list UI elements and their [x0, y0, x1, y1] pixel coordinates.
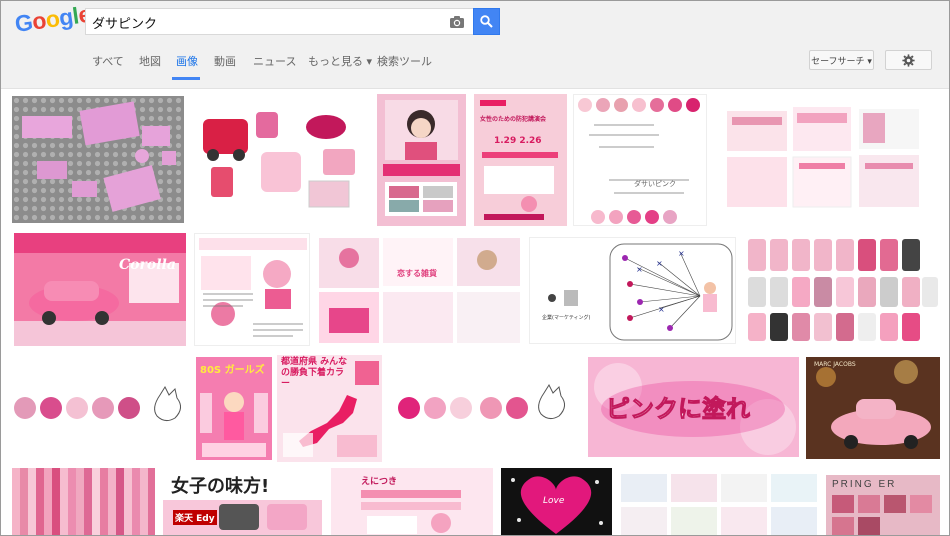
zakka-collage-image [319, 238, 520, 343]
pink-products-image [203, 112, 355, 208]
image-result-blog-page[interactable]: えにつき [331, 468, 493, 535]
tab-videos[interactable]: 動画 [214, 53, 236, 69]
japan-map-image [283, 361, 379, 457]
store-sign: MARC JACOBS [814, 361, 856, 368]
image-result-prefecture-map[interactable]: 都道府県 みんなの勝負下着カラー [277, 355, 382, 462]
image-result-hearts[interactable]: Love [501, 468, 612, 535]
search-header: Google すべて 地図 画像 動画 ニュース もっと見る ▾ 検索ツー [1, 1, 949, 89]
tab-search-tools[interactable]: 検索ツール [377, 53, 432, 69]
image-result-web-mockups[interactable] [727, 105, 922, 210]
svg-text:×: × [678, 249, 685, 258]
image-result-corolla-flyer[interactable]: Corolla [14, 233, 186, 346]
settings-button[interactable] [885, 50, 932, 70]
zakka-caption: 恋する雑貨 [397, 269, 437, 278]
poster-decoration [480, 100, 558, 220]
tab-maps[interactable]: 地図 [139, 53, 161, 69]
google-logo[interactable]: Google [13, 1, 92, 38]
tab-all[interactable]: すべて [92, 53, 124, 69]
search-icon [480, 15, 493, 28]
image-result-rakuten-ad[interactable]: 女子の味方! 楽天 Edy [163, 468, 322, 535]
image-result-swatch-cat-2[interactable] [390, 373, 578, 442]
banner-text: ピンクに塗れ [606, 395, 751, 424]
ad-brand: 楽天 Edy [173, 510, 217, 525]
image-result-marketing-diagram[interactable]: × × × × 企業(マーケティング) [529, 237, 736, 344]
swatch-cat-image-1 [14, 385, 181, 422]
fabric-swatches [12, 468, 155, 535]
image-result-poster-woman[interactable] [377, 94, 466, 226]
svg-text:×: × [636, 265, 643, 274]
diagram-label: 企業(マーケティング) [542, 315, 591, 321]
image-result-pink-phones[interactable] [744, 235, 940, 344]
image-result-pink-fabrics[interactable] [12, 468, 155, 535]
web-mockups-image [727, 107, 919, 208]
tab-more[interactable]: もっと見る ▾ [308, 53, 372, 69]
printer-color-chips [832, 495, 932, 535]
safe-search-label: セーフサーチ ▾ [811, 56, 872, 67]
lego-bricks-image [12, 96, 184, 223]
hearts-text: Love [543, 496, 565, 506]
marketing-diagram-image: × × × × [548, 243, 733, 341]
image-result-printer-colors[interactable]: PRING ER [826, 475, 940, 535]
safe-search-button[interactable]: セーフサーチ ▾ [809, 50, 874, 70]
car-flyer-image [14, 233, 186, 346]
blog-page-image [361, 490, 461, 534]
search-box [85, 8, 473, 35]
image-result-pink-car-photo[interactable]: MARC JACOBS [806, 357, 940, 459]
search-tabs: すべて 地図 画像 動画 ニュース もっと見る ▾ 検索ツール [1, 45, 949, 81]
image-result-zakka-collage[interactable]: 恋する雑貨 [319, 238, 520, 343]
search-button[interactable] [473, 8, 500, 35]
rakuten-ad-image [163, 500, 322, 535]
image-result-manga-page[interactable] [194, 233, 310, 346]
pink-phones-image [748, 239, 938, 341]
svg-text:×: × [658, 305, 665, 314]
image-result-crime-prevention-poster[interactable]: 女性のための防犯講演会 1.29 2.26 [474, 94, 567, 226]
swatch-cat-image-2 [398, 383, 565, 420]
image-result-lego[interactable] [12, 96, 184, 223]
tab-images[interactable]: 画像 [176, 53, 198, 69]
swatch-circles [578, 98, 700, 224]
camera-icon[interactable] [449, 14, 465, 30]
pink-car-photo [806, 357, 940, 459]
swatch-handwriting: ダサいピンク [634, 180, 676, 188]
browser-viewport: Google すべて 地図 画像 動画 ニュース もっと見る ▾ 検索ツー [0, 0, 950, 536]
gear-icon [902, 53, 915, 67]
active-tab-indicator [172, 77, 200, 80]
image-result-ui-mockups[interactable] [621, 474, 817, 535]
image-result-color-swatches[interactable]: ダサいピンク [573, 94, 707, 226]
svg-text:×: × [656, 259, 663, 268]
search-input[interactable] [92, 12, 432, 32]
image-result-swatch-cat-1[interactable] [12, 373, 187, 442]
tab-news[interactable]: ニュース [253, 53, 296, 69]
poster-image [383, 100, 460, 216]
image-result-pink-products[interactable] [191, 97, 369, 220]
80s-poster-image [200, 392, 268, 457]
image-result-80s-girls[interactable]: 80S ガールズ [196, 357, 272, 460]
ui-mockups-image [621, 474, 817, 535]
manga-page-image [199, 238, 307, 337]
flyer-title: Corolla [119, 257, 176, 273]
image-result-pink-banner[interactable]: ピンクに塗れ [588, 357, 799, 457]
